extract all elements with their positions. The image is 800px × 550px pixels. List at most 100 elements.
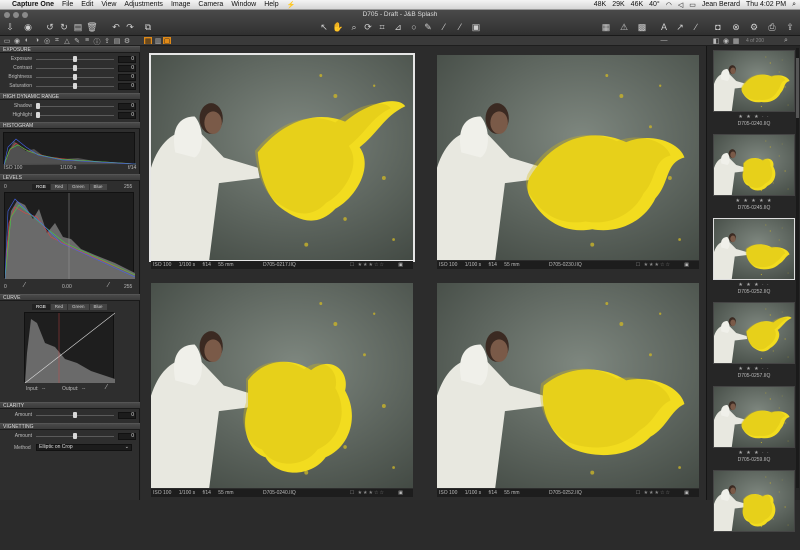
thumbnail-rating[interactable]: ★ ★ ★ · · — [713, 114, 795, 120]
filmstrip-thumbnail[interactable] — [713, 470, 795, 550]
thumbnail-image[interactable] — [713, 134, 795, 196]
filmstrip-thumbnail[interactable]: ★ ★ ★ · · D705-0240.IIQ — [713, 50, 795, 130]
viewer-image-cell[interactable]: ISO 100 1/100 s f/14 55 mm D705-0240.IIQ… — [151, 283, 413, 497]
slider-knob[interactable] — [73, 65, 77, 71]
copy-adjustments-icon[interactable]: ⧉ — [142, 21, 154, 33]
levels-output-white[interactable]: 255 — [124, 284, 132, 290]
eyedropper-tool-icon[interactable]: ⁄ — [454, 21, 466, 33]
volume-icon[interactable]: ◁ — [678, 1, 683, 9]
filmstrip-grid-icon[interactable]: ▦ — [732, 37, 740, 45]
exposure-tab-icon[interactable]: ◑ — [33, 37, 41, 44]
slider-value-input[interactable]: 0 — [118, 74, 136, 81]
thumbnail-image[interactable] — [713, 50, 795, 112]
thumbnail-rating[interactable]: ★ ★ ★ · · — [713, 282, 795, 288]
menu-camera[interactable]: Camera — [198, 1, 223, 8]
quick-tab-icon[interactable]: ⚙ — [123, 37, 131, 45]
select-tool-icon[interactable]: ↖ — [318, 21, 330, 33]
local-adjust-tab-icon[interactable]: ✎ — [73, 37, 81, 45]
eye-icon[interactable]: ◉ — [722, 37, 730, 45]
viewer-photo[interactable] — [437, 55, 699, 260]
rotate-right-icon[interactable]: ↻ — [58, 21, 70, 33]
status-item[interactable]: 29K — [612, 1, 624, 8]
filmstrip-scrollbar[interactable] — [796, 48, 799, 488]
straighten-tool-icon[interactable]: ⊿ — [392, 21, 404, 33]
picker-tool-icon[interactable]: ⁄ — [438, 21, 450, 33]
menu-edit[interactable]: Edit — [81, 1, 93, 8]
wifi-icon[interactable]: ◠ — [666, 1, 672, 9]
battery-icon[interactable]: ▭ — [689, 1, 696, 9]
slider-value-input[interactable]: 0 — [118, 103, 136, 110]
curve-tab-rgb[interactable]: RGB — [32, 304, 50, 310]
viewer-toggle-icon[interactable]: ◧ — [712, 37, 720, 45]
filmstrip-thumbnail[interactable]: ★ ★ ★ · · D705-0257.IIQ — [713, 302, 795, 382]
color-tag-icon[interactable]: ▣ — [398, 261, 403, 269]
curve-header[interactable]: CURVE — [0, 294, 140, 301]
viewer-image-cell[interactable]: ISO 100 1/100 s f/14 55 mm D705-0230.IIQ… — [437, 55, 699, 269]
rotate-tool-icon[interactable]: ⟳ — [362, 21, 374, 33]
thumbnail-image[interactable] — [713, 470, 795, 532]
view-single-button[interactable]: ▢ — [163, 37, 171, 45]
library-tab-icon[interactable]: ▭ — [3, 37, 11, 45]
curve-picker-icon[interactable]: ⁄ — [106, 384, 107, 391]
menu-window[interactable]: Window — [231, 1, 256, 8]
thumbnail-image[interactable] — [713, 218, 795, 280]
batch-tab-icon[interactable]: ▤ — [113, 37, 121, 45]
slider-track[interactable] — [36, 115, 114, 116]
slider-value-input[interactable]: 0 — [118, 83, 136, 90]
levels-tab-green[interactable]: Green — [68, 184, 89, 190]
print-icon[interactable]: ⎙ — [766, 21, 778, 33]
rating-stars[interactable]: ☐ ★★★☆☆ — [636, 489, 671, 497]
fullscreen-icon[interactable]: ▣ — [470, 21, 482, 33]
slider-value-input[interactable]: 0 — [118, 56, 136, 63]
vignetting-method-select[interactable]: Elliptic on Crop ⌄ — [36, 444, 132, 451]
camera-icon[interactable]: ◘ — [712, 21, 724, 33]
levels-output-black[interactable]: 0 — [4, 284, 7, 290]
hdr-header[interactable]: HIGH DYNAMIC RANGE — [0, 93, 140, 100]
menu-help[interactable]: Help — [264, 1, 278, 8]
levels-header[interactable]: LEVELS — [0, 174, 140, 181]
levels-white-input[interactable]: 255 — [124, 184, 132, 190]
slider-icon[interactable]: — — [660, 37, 668, 44]
slider-value-input[interactable]: 0 — [118, 112, 136, 119]
levels-tab-red[interactable]: Red — [50, 184, 68, 190]
capture-icon[interactable]: ◉ — [22, 21, 34, 33]
grid-overlay-icon[interactable]: ▩ — [636, 21, 648, 33]
folder-icon[interactable]: ▤ — [72, 21, 84, 33]
text-icon[interactable]: A — [658, 21, 670, 33]
spot-tool-icon[interactable]: ○ — [408, 21, 420, 33]
hand-tool-icon[interactable]: ✋ — [332, 21, 344, 33]
grid-icon[interactable]: ▦ — [600, 21, 612, 33]
color-tag-icon[interactable]: ▣ — [684, 489, 689, 497]
curve-tab-red[interactable]: Red — [50, 304, 68, 310]
crop-tool-icon[interactable]: ⌗ — [376, 21, 388, 33]
thumbnail-image[interactable] — [713, 302, 795, 364]
levels-graph[interactable] — [4, 192, 135, 279]
levels-tab-blue[interactable]: Blue — [89, 184, 107, 190]
slider-knob[interactable] — [73, 74, 77, 80]
color-tag-icon[interactable]: ▣ — [684, 261, 689, 269]
thumbnail-rating[interactable]: ★ ★ ★ · · — [713, 366, 795, 372]
slider-knob[interactable] — [73, 433, 77, 439]
curve-tab-blue[interactable]: Blue — [89, 304, 107, 310]
warning-icon[interactable]: ⚠ — [618, 21, 630, 33]
status-item[interactable]: 48K — [594, 1, 606, 8]
search-icon[interactable]: ⌕ — [782, 37, 790, 45]
zoom-tool-icon[interactable]: ⌕ — [348, 21, 360, 33]
thumbnail-rating[interactable]: ★ ★ ★ ★ ★ — [713, 198, 795, 204]
import-icon[interactable]: ⇩ — [4, 21, 16, 33]
thumbnail-image[interactable] — [713, 386, 795, 448]
filmstrip-thumbnail[interactable]: ★ ★ ★ · · D705-0252.IIQ — [713, 218, 795, 298]
curve-tab-green[interactable]: Green — [68, 304, 89, 310]
settings-icon[interactable]: ⚙ — [748, 21, 760, 33]
viewer-photo[interactable] — [437, 283, 699, 488]
view-multi-button[interactable]: ▥ — [154, 37, 162, 45]
rating-stars[interactable]: ☐ ★★★☆☆ — [636, 261, 671, 269]
slider-track[interactable] — [36, 106, 114, 107]
link-icon[interactable]: ∕ — [690, 21, 702, 33]
histogram-header[interactable]: HISTOGRAM — [0, 122, 140, 129]
viewer-photo[interactable] — [151, 283, 413, 488]
filmstrip-thumbnail[interactable]: ★ ★ ★ · · D705-0259.IIQ — [713, 386, 795, 466]
slider-value-input[interactable]: 0 — [118, 412, 136, 419]
slider-knob[interactable] — [36, 103, 40, 109]
capture-tab-icon[interactable]: ◉ — [13, 37, 21, 45]
